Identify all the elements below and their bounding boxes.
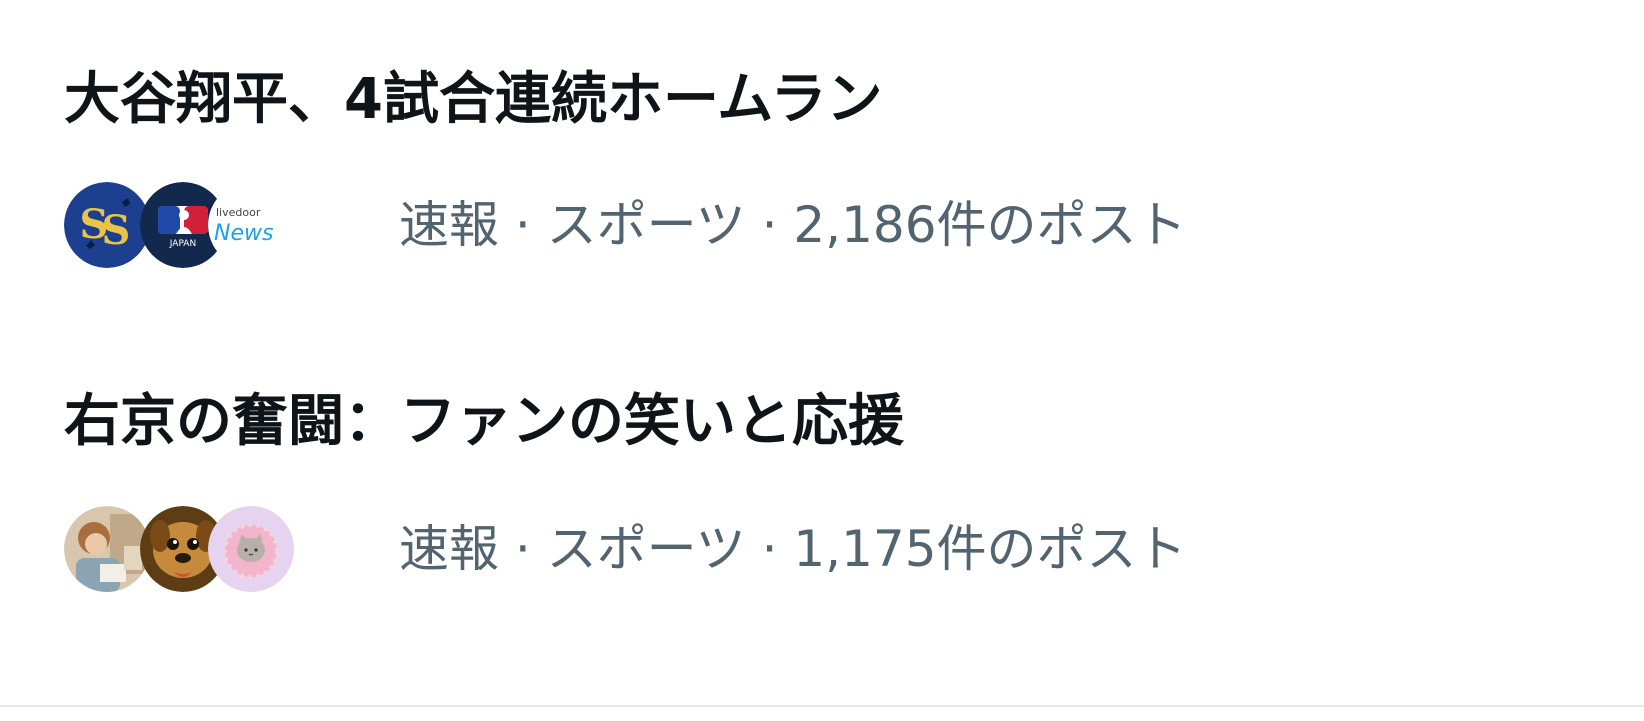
svg-text:S: S — [102, 207, 131, 254]
trend-meta-text: 速報 · スポーツ · 2,186件のポスト — [399, 196, 1187, 254]
cat-donut-avatar-icon — [208, 506, 294, 592]
ss-team-logo-icon: S S — [64, 182, 150, 268]
trend-title: 大谷翔平、4試合連続ホームラン — [64, 67, 883, 132]
trend-title: 右京の奮闘：ファンの笑いと応援 — [64, 389, 904, 454]
svg-text:livedoor: livedoor — [216, 206, 261, 219]
svg-text:JAPAN: JAPAN — [169, 239, 196, 249]
trend-meta-text: 速報 · スポーツ · 1,175件のポスト — [399, 520, 1187, 578]
avatar-stack — [64, 506, 294, 592]
livedoor-news-logo-icon: livedoor News — [208, 182, 294, 268]
svg-text:News: News — [214, 221, 273, 246]
trend-item[interactable]: 右京の奮闘：ファンの笑いと応援 速報 · スポーツ · 1,175件のポスト — [0, 330, 1644, 700]
divider — [0, 705, 1644, 707]
trend-meta: S S JAPAN livedoor News 速報 · スポーツ · 2,18… — [64, 182, 1187, 268]
user-photo-avatar-icon — [64, 506, 150, 592]
avatar-stack: S S JAPAN livedoor News — [64, 182, 294, 268]
trend-meta: 速報 · スポーツ · 1,175件のポスト — [64, 506, 1187, 592]
trend-item[interactable]: 大谷翔平、4試合連続ホームラン S S JAPAN livedoor News … — [0, 0, 1644, 330]
